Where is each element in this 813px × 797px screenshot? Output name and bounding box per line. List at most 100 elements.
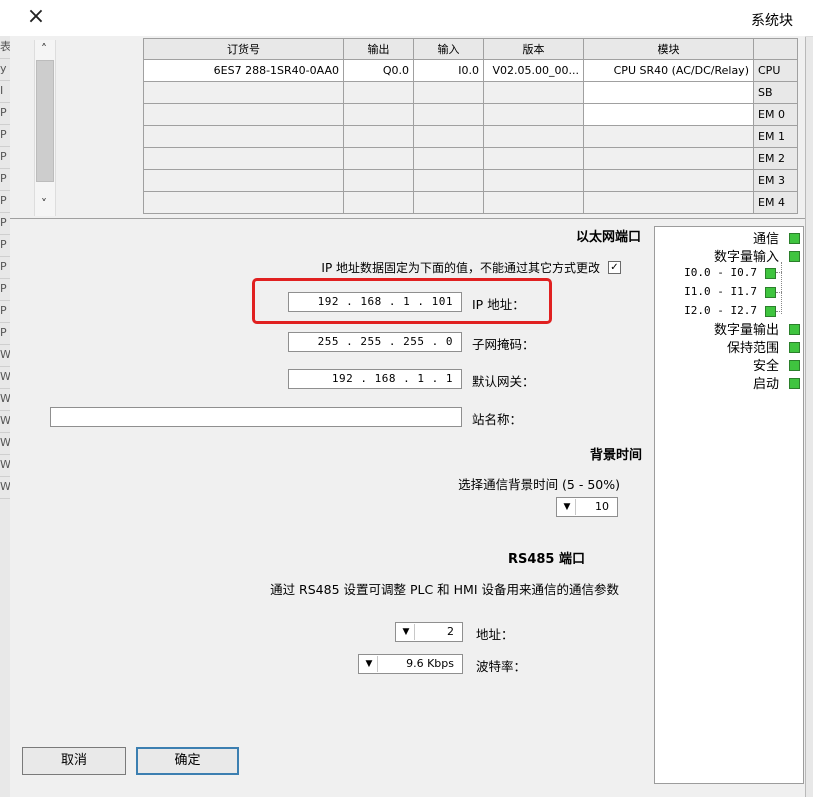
fixed-ip-checkbox[interactable]: ✓ — [608, 261, 621, 274]
tree-item-communication[interactable]: 通信 — [753, 228, 779, 247]
cell-order[interactable] — [143, 169, 344, 192]
background-window-row-text: P — [0, 102, 10, 125]
table-row[interactable]: EM 0 — [143, 103, 798, 126]
section-title-background-time: 背景时间 — [589, 448, 642, 463]
scrollbar-thumb[interactable] — [36, 60, 54, 182]
cell-version[interactable] — [483, 103, 584, 126]
cell-version[interactable] — [483, 81, 584, 104]
row-header-slot[interactable]: EM 3 — [753, 169, 798, 192]
station-name-field[interactable] — [50, 407, 462, 427]
background-window-row-text: P — [0, 278, 10, 301]
ip-address-field[interactable]: 192 . 168 . 1 . 101 — [288, 292, 462, 312]
background-window-row-text: P — [0, 300, 10, 323]
background-window-row-text: P — [0, 124, 10, 147]
cell-output[interactable] — [343, 125, 414, 148]
rs485-address-select[interactable]: ▼ 2 — [395, 622, 463, 642]
background-time-value: 10 — [595, 500, 609, 513]
table-row[interactable]: SB — [143, 81, 798, 104]
background-window-row-text: P — [0, 190, 10, 213]
cell-order[interactable] — [143, 103, 344, 126]
row-header-slot[interactable]: CPU — [753, 59, 798, 82]
scroll-up-icon[interactable]: ˄ — [38, 42, 50, 56]
cell-output[interactable] — [343, 81, 414, 104]
col-header-output[interactable]: 输出 — [343, 38, 414, 60]
table-row[interactable]: EM 3 — [143, 169, 798, 192]
tree-item-digital-input[interactable]: 数字量输入 — [714, 246, 779, 265]
cell-order[interactable] — [143, 147, 344, 170]
background-window-row-text: P — [0, 256, 10, 279]
background-window-row-text: 表 — [0, 36, 10, 59]
close-icon[interactable]: × — [24, 6, 48, 30]
cell-output[interactable] — [343, 147, 414, 170]
tree-subitem-i2[interactable]: I2.0 - I2.7 — [684, 304, 757, 317]
background-window-row-text: W — [0, 476, 10, 499]
table-row[interactable]: 6ES7 288-1SR40-0AA0 Q0.0 I0.0 V02.05.00_… — [143, 59, 798, 82]
rs485-address-value: 2 — [447, 625, 454, 638]
row-header-slot[interactable]: EM 1 — [753, 125, 798, 148]
cell-module[interactable] — [583, 147, 754, 170]
status-green-icon — [789, 251, 800, 262]
tree-item-retentive-range[interactable]: 保持范围 — [727, 337, 779, 356]
tree-item-digital-output[interactable]: 数字量输出 — [714, 319, 779, 338]
cell-order[interactable] — [143, 191, 344, 214]
background-window-row-text: P — [0, 168, 10, 191]
cell-order[interactable] — [143, 81, 344, 104]
default-gateway-field[interactable]: 192 . 168 . 1 . 1 — [288, 369, 462, 389]
cell-module[interactable] — [583, 81, 754, 104]
cell-output[interactable] — [343, 169, 414, 192]
col-header-input[interactable]: 输入 — [413, 38, 484, 60]
cell-input[interactable] — [413, 81, 484, 104]
row-header-slot[interactable]: SB — [753, 81, 798, 104]
background-window-row-text: P — [0, 146, 10, 169]
cell-input[interactable]: I0.0 — [413, 59, 484, 82]
cell-module[interactable] — [583, 125, 754, 148]
tree-connector-line — [776, 311, 782, 312]
tree-item-security[interactable]: 安全 — [753, 355, 779, 374]
dropdown-arrow-icon[interactable]: ▼ — [559, 499, 576, 515]
tree-subitem-i0[interactable]: I0.0 - I0.7 — [684, 266, 757, 279]
cell-output[interactable] — [343, 191, 414, 214]
cell-input[interactable] — [413, 125, 484, 148]
cell-order[interactable]: 6ES7 288-1SR40-0AA0 — [143, 59, 344, 82]
tree-subitem-i1[interactable]: I1.0 - I1.7 — [684, 285, 757, 298]
row-header-slot[interactable]: EM 4 — [753, 191, 798, 214]
dropdown-arrow-icon[interactable]: ▼ — [361, 656, 378, 672]
dropdown-arrow-icon[interactable]: ▼ — [398, 624, 415, 640]
cell-module[interactable] — [583, 103, 754, 126]
cell-input[interactable] — [413, 103, 484, 126]
rs485-baud-select[interactable]: ▼ 9.6 Kbps — [358, 654, 463, 674]
table-row[interactable]: EM 1 — [143, 125, 798, 148]
subnet-mask-field[interactable]: 255 . 255 . 255 . 0 — [288, 332, 462, 352]
rs485-desc: 通过 RS485 设置可调整 PLC 和 HMI 设备用来通信的通信参数 — [270, 582, 619, 597]
cell-input[interactable] — [413, 147, 484, 170]
row-header-slot[interactable]: EM 0 — [753, 103, 798, 126]
cell-version[interactable] — [483, 125, 584, 148]
cancel-button[interactable]: 取消 — [22, 747, 126, 775]
cell-version[interactable] — [483, 169, 584, 192]
cell-version[interactable] — [483, 191, 584, 214]
cell-module[interactable]: CPU SR40 (AC/DC/Relay) — [583, 59, 754, 82]
rs485-baud-value: 9.6 Kbps — [406, 657, 454, 670]
scroll-down-icon[interactable]: ˅ — [38, 197, 50, 211]
section-title-rs485: RS485 端口 — [507, 552, 585, 567]
section-title-ethernet: 以太网端口 — [575, 230, 641, 245]
cell-module[interactable] — [583, 169, 754, 192]
row-header-slot[interactable]: EM 2 — [753, 147, 798, 170]
cell-output[interactable]: Q0.0 — [343, 59, 414, 82]
cell-output[interactable] — [343, 103, 414, 126]
tree-item-startup[interactable]: 启动 — [753, 373, 779, 392]
col-header-order[interactable]: 订货号 — [143, 38, 344, 60]
cell-input[interactable] — [413, 191, 484, 214]
table-row[interactable]: EM 2 — [143, 147, 798, 170]
cell-module[interactable] — [583, 191, 754, 214]
col-header-version[interactable]: 版本 — [483, 38, 584, 60]
ok-button[interactable]: 确定 — [136, 747, 239, 775]
cell-version[interactable]: V02.05.00_00... — [483, 59, 584, 82]
cell-input[interactable] — [413, 169, 484, 192]
cell-version[interactable] — [483, 147, 584, 170]
background-time-select[interactable]: ▼ 10 — [556, 497, 618, 517]
table-row[interactable]: EM 4 — [143, 191, 798, 214]
background-window-row-text: W — [0, 344, 10, 367]
col-header-module[interactable]: 模块 — [583, 38, 754, 60]
cell-order[interactable] — [143, 125, 344, 148]
